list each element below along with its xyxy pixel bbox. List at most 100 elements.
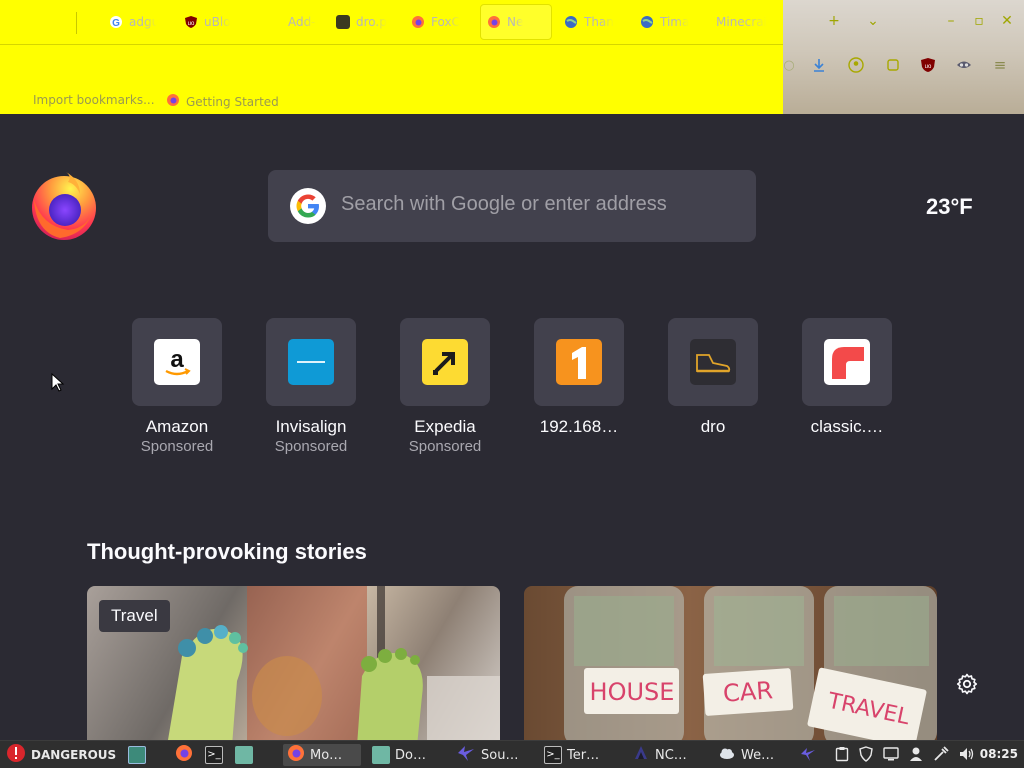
launcher-files[interactable] [235, 744, 253, 766]
tab-label: Tima [660, 15, 690, 29]
firefox-icon [175, 744, 193, 766]
svg-text:G: G [112, 18, 120, 29]
google-favicon: G [109, 15, 123, 29]
bookmark-import[interactable]: Import bookmarks... [33, 93, 155, 107]
display-icon[interactable] [883, 746, 899, 762]
top-site-classic[interactable]: classic.… [792, 318, 902, 437]
tile-box [802, 318, 892, 406]
tile-sponsored: Sponsored [408, 438, 482, 455]
tab-than[interactable]: Than [558, 4, 628, 40]
account-icon[interactable] [847, 56, 865, 74]
folder-icon [372, 746, 390, 764]
bookmark-label: Import bookmarks... [33, 93, 155, 107]
top-site-amazon[interactable]: a Amazon Sponsored [122, 318, 232, 455]
top-site-192-168[interactable]: 192.168… [524, 318, 634, 437]
tile-title: Expedia [414, 417, 476, 436]
tab-foxc[interactable]: FoxC [405, 4, 473, 40]
svg-text:uo: uo [925, 64, 932, 70]
dangerous-warning[interactable]: DANGEROUS [6, 744, 116, 766]
minimize-icon[interactable]: – [942, 13, 960, 29]
extension-mask-icon[interactable] [955, 56, 973, 74]
story-category-badge: Travel [99, 600, 170, 632]
expedia-icon [422, 339, 468, 385]
google-icon [290, 188, 326, 224]
download-icon[interactable] [810, 56, 828, 74]
top-site-expedia[interactable]: Expedia Sponsored [390, 318, 500, 455]
top-site-dro[interactable]: dro [658, 318, 768, 437]
app-icon [632, 744, 650, 766]
tab-addons[interactable]: Add- [262, 4, 322, 40]
ublock-favicon: uo [184, 15, 198, 29]
tab-tima[interactable]: Tima [634, 4, 704, 40]
tab-newtab-active[interactable]: Ne [480, 4, 552, 40]
task-firefox[interactable]: Mo… [283, 744, 361, 766]
tile-box [668, 318, 758, 406]
task-label: Mo… [310, 747, 343, 763]
taskbar: DANGEROUS >_ Mo… Do… Sou… >_ Ter… NC… We… [0, 740, 1024, 768]
launcher-terminal[interactable]: >_ [205, 744, 223, 766]
tile-sponsored: Sponsored [140, 438, 214, 455]
bookmark-getting-started[interactable]: Getting Started [166, 93, 279, 110]
task-sound[interactable]: Sou… [456, 744, 518, 766]
stories-heading: Thought-provoking stories [87, 539, 367, 564]
task-terminal[interactable]: >_ Ter… [544, 744, 599, 766]
jar-label-car: CAR [722, 676, 774, 707]
task-label: NC… [655, 747, 687, 763]
tab-separator [76, 12, 77, 34]
clock[interactable]: 08:25 [980, 747, 1018, 761]
launcher-firefox[interactable] [175, 744, 193, 766]
maximize-icon[interactable]: ▫ [970, 13, 988, 29]
reader-icon[interactable]: ○ [780, 56, 798, 74]
browser-chrome: G adgu uo uBlo Add- dro.p FoxC Ne Than T… [0, 0, 1024, 114]
task-weather[interactable]: We… [718, 744, 774, 766]
tab-adgu[interactable]: G adgu [103, 4, 163, 40]
clipboard-icon[interactable] [834, 746, 850, 762]
tab-dro[interactable]: dro.p [330, 4, 398, 40]
tile-box [534, 318, 624, 406]
tile-box [266, 318, 356, 406]
settings-gear-icon[interactable] [955, 672, 979, 696]
user-icon[interactable] [908, 746, 924, 762]
tile-title: 192.168… [539, 417, 619, 436]
task-files[interactable]: Do… [372, 744, 426, 766]
tile-box [400, 318, 490, 406]
firefox-favicon [166, 93, 180, 110]
color-picker-icon[interactable] [933, 746, 949, 762]
tab-label: FoxC [431, 15, 460, 29]
number-one-icon [556, 339, 602, 385]
shoe-icon [690, 339, 736, 385]
shield-icon[interactable] [858, 746, 874, 762]
tab-ublock[interactable]: uo uBlo [178, 4, 248, 40]
new-tab-icon[interactable]: + [825, 13, 843, 29]
list-tabs-icon[interactable]: ⌄ [864, 13, 882, 29]
tile-box: a [132, 318, 222, 406]
search-box[interactable]: Search with Google or enter address [268, 170, 756, 242]
show-desktop-button[interactable] [128, 744, 146, 766]
tab-label: uBlo [204, 15, 231, 29]
menu-icon[interactable]: ≡ [991, 56, 1009, 74]
nav-bar-divider [0, 44, 783, 45]
weather-temperature[interactable]: 23°F [926, 194, 973, 220]
story-card-savings[interactable]: HOUSE CAR TRAVEL [524, 586, 937, 740]
invisalign-icon [288, 339, 334, 385]
svg-text:a: a [170, 346, 184, 373]
dro-favicon [336, 15, 350, 29]
close-icon[interactable]: ✕ [998, 13, 1016, 29]
weather-icon [718, 744, 736, 766]
tile-sponsored: Sponsored [274, 438, 348, 455]
tray-app-icon[interactable] [800, 746, 816, 762]
firefox-logo [32, 172, 96, 240]
tile-title: Invisalign [275, 417, 347, 436]
ublock-toolbar-icon[interactable]: uo [919, 56, 937, 74]
tab-minecraft[interactable]: Minecrai [710, 4, 780, 40]
svg-text:uo: uo [188, 21, 195, 27]
extensions-icon[interactable] [884, 56, 902, 74]
tile-title: dro [700, 417, 726, 436]
task-nc[interactable]: NC… [632, 744, 687, 766]
top-site-invisalign[interactable]: Invisalign Sponsored [256, 318, 366, 455]
tab-label: Ne [507, 15, 524, 29]
audio-icon [456, 744, 476, 766]
task-label: Ter… [567, 747, 600, 763]
story-card-travel[interactable]: Travel [87, 586, 500, 740]
volume-icon[interactable] [958, 746, 974, 762]
